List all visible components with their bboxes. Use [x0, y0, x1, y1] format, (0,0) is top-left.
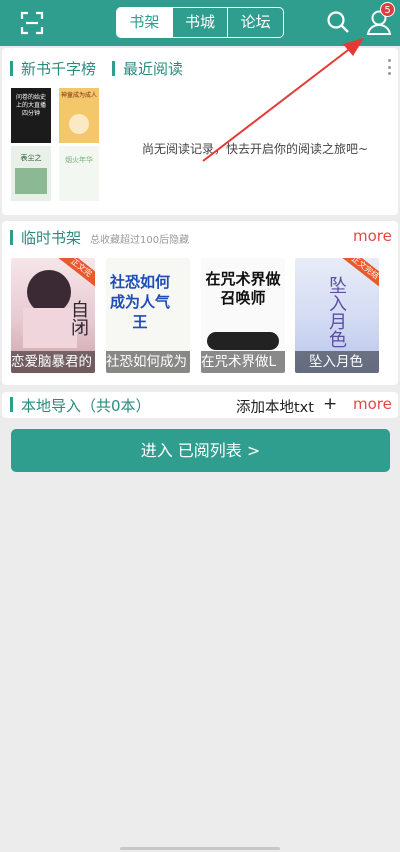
cover-text: 自闭	[68, 300, 89, 336]
section-marker	[112, 61, 115, 76]
add-local-txt-button[interactable]: 添加本地txt	[236, 396, 314, 417]
book-title: 坠入月色	[295, 351, 379, 373]
rank-book-1[interactable]: 问卷的始史上的大直播四分钟	[11, 88, 51, 143]
tab-bookshelf[interactable]: 书架	[117, 8, 172, 37]
rank-book-4[interactable]: 烟火年华	[59, 146, 99, 201]
section-marker	[10, 230, 13, 245]
tab-forum[interactable]: 论坛	[227, 8, 283, 37]
thumb-art	[69, 114, 89, 134]
cover-art	[207, 332, 279, 350]
section-marker	[10, 61, 13, 76]
more-options-icon[interactable]	[388, 59, 392, 75]
thumb-art	[15, 168, 47, 194]
search-icon[interactable]	[326, 10, 350, 34]
rank-book-3[interactable]: 表尘之	[11, 146, 51, 201]
top-tabs: 书架 书城 论坛	[116, 7, 284, 38]
enter-read-list-button[interactable]: 进入 已阅列表 >	[11, 429, 390, 472]
local-import-card: 本地导入（共0本） 添加本地txt + more	[2, 392, 398, 418]
local-import-title: 本地导入（共0本）	[21, 397, 151, 415]
home-indicator	[120, 847, 280, 850]
local-import-more-link[interactable]: more	[353, 395, 392, 413]
tab-recent-reading[interactable]: 最近阅读	[123, 58, 183, 79]
temp-shelf-card: 临时书架 总收藏超过100后隐藏 more 自闭 正文完 恋爱脑暴君的 社恐如何…	[2, 221, 398, 385]
thumb-text: 问卷的始史上的大直播四分钟	[15, 94, 46, 117]
temp-shelf-subtitle: 总收藏超过100后隐藏	[90, 235, 190, 246]
tab-bookstore[interactable]: 书城	[171, 8, 228, 37]
thumb-text: 表尘之	[20, 154, 42, 162]
empty-reading-message: 尚无阅读记录，快去开启你的阅读之旅吧~	[142, 142, 369, 156]
book-card[interactable]: 社恐如何成为人气王 社恐如何成为	[106, 258, 190, 373]
rank-recent-card: 新书千字榜 最近阅读 问卷的始史上的大直播四分钟 神童成为成人 表尘之 烟火年华…	[2, 48, 398, 215]
cover-text: 社恐如何成为人气王	[110, 273, 171, 331]
top-bar: 书架 书城 论坛 5	[0, 0, 400, 46]
book-card[interactable]: 自闭 正文完 恋爱脑暴君的	[11, 258, 95, 373]
book-title: 社恐如何成为	[106, 351, 190, 373]
book-card[interactable]: 在咒术界做召唤师 在咒术界做L	[201, 258, 285, 373]
thumb-text: 神童成为成人	[61, 92, 98, 99]
book-title: 恋爱脑暴君的	[11, 351, 95, 373]
temp-shelf-more-link[interactable]: more	[353, 227, 392, 245]
rank-book-2[interactable]: 神童成为成人	[59, 88, 99, 143]
scan-icon[interactable]	[20, 11, 44, 35]
cover-text: 在咒术界做召唤师	[205, 270, 281, 307]
book-title: 在咒术界做L	[201, 351, 285, 373]
cover-text: 坠入月色	[326, 276, 347, 348]
notification-badge: 5	[380, 2, 395, 17]
thumb-text: 烟火年华	[65, 156, 93, 164]
plus-icon[interactable]: +	[323, 394, 337, 414]
temp-shelf-title: 临时书架	[21, 229, 82, 247]
section-marker	[10, 397, 13, 412]
book-card[interactable]: 坠入月色 正文完结 坠入月色	[295, 258, 379, 373]
tab-new-books-rank[interactable]: 新书千字榜	[21, 58, 96, 79]
